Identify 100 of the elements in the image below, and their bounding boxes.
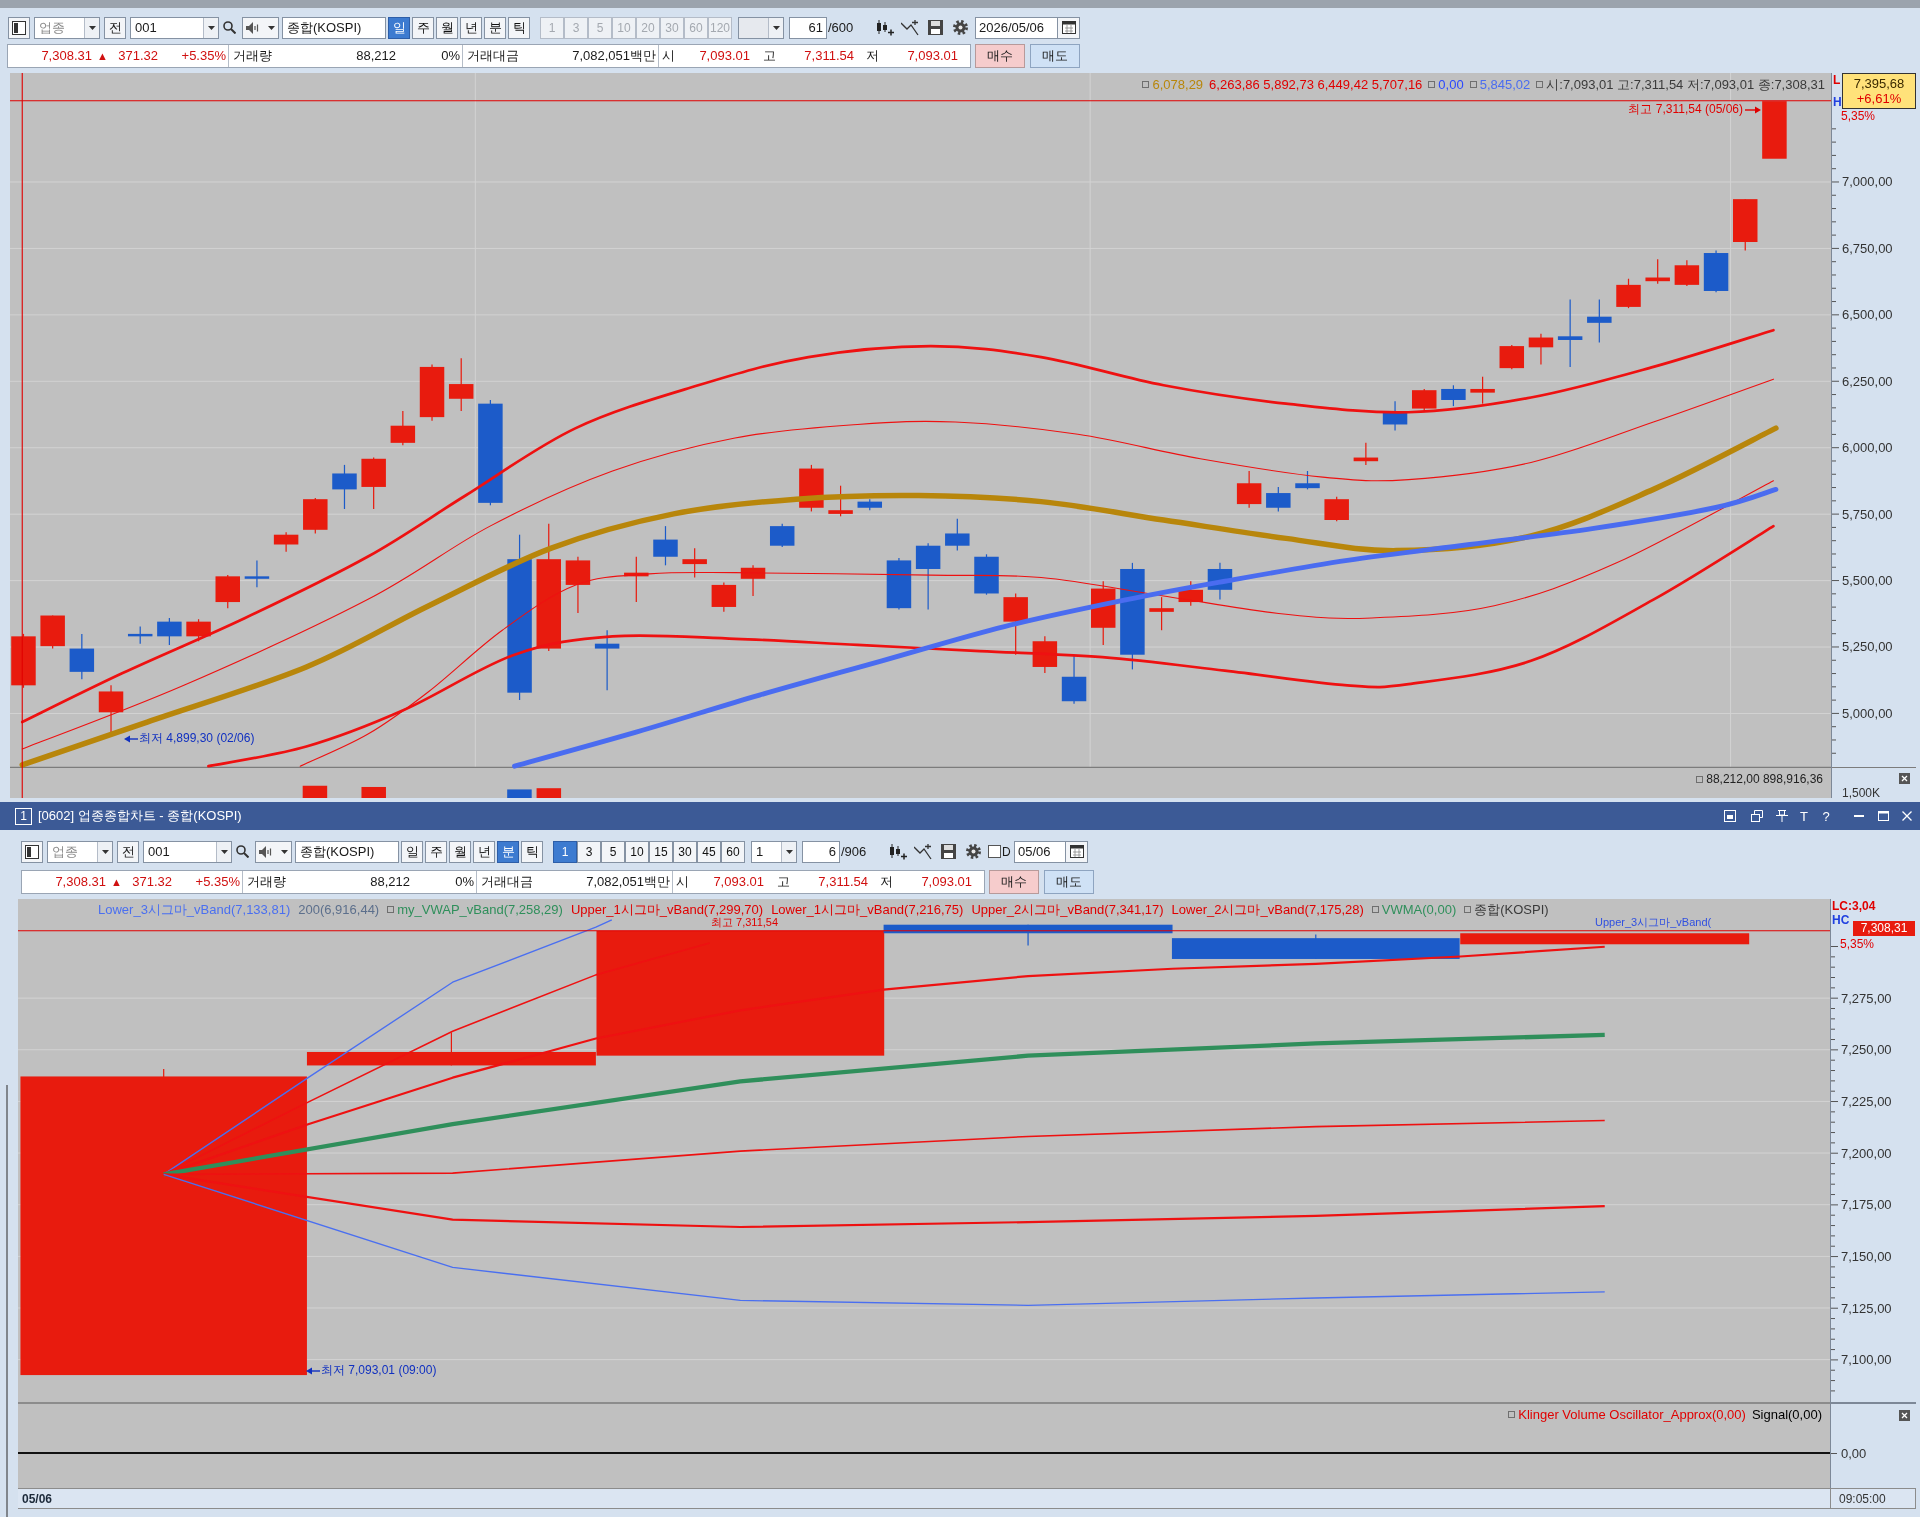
price-box-change: +6,61% [1856,91,1902,106]
caret-icon [785,849,793,854]
settings-icon[interactable] [965,844,981,859]
buy-button[interactable]: 매수 [989,869,1039,894]
sell-button[interactable]: 매도 [1044,869,1094,894]
panel-icon [12,20,26,35]
prev-button[interactable]: 전 [104,16,126,39]
legend-label: 200(6,916,44) [298,902,380,917]
cascade-icon[interactable] [1751,810,1763,822]
buy-button[interactable]: 매수 [975,43,1025,68]
period-tab[interactable]: 주 [412,16,434,39]
calendar-button[interactable] [1058,16,1080,39]
count-total-label: /906 [840,842,868,861]
axis-label: 6,250,00 [1842,373,1893,389]
help-button[interactable]: ? [1822,808,1830,824]
close-icon[interactable] [1899,1410,1910,1421]
code-combo[interactable]: 001 [143,840,232,863]
axis-label: 7,000,00 [1842,174,1893,190]
legend-marker-icon [1696,776,1704,783]
axis-flag-label: LC:3,04 [1832,900,1876,913]
candle-plus-icon[interactable] [889,843,907,860]
date-field[interactable]: 2026/05/06 [975,16,1058,39]
candlestick [945,518,970,552]
candlestick [69,633,95,680]
index-name-field[interactable]: 종합(KOSPI) [295,840,399,863]
sound-button[interactable] [255,840,292,863]
layout-button[interactable] [21,840,43,863]
font-button[interactable]: T [1800,808,1808,824]
count-total-label: /600 [827,18,855,37]
candlestick [682,547,707,579]
candlestick [40,614,65,650]
date-field[interactable]: 05/06 [1014,840,1066,863]
period-tab[interactable]: 틱 [508,16,530,39]
line-tool-icon[interactable] [901,19,919,36]
period-tab[interactable]: 년 [460,16,482,39]
interval-button[interactable]: 10 [625,840,649,863]
period-tab[interactable]: 월 [449,840,471,863]
save-icon[interactable] [927,20,943,35]
interval-button[interactable]: 30 [673,840,697,863]
amount-value: 7,082,051백만 [585,872,671,891]
candlestick [1762,101,1787,159]
count-field[interactable]: 6 [802,840,840,863]
high-price-label: 최고 7,311,54 [711,916,779,928]
period-tab[interactable]: 분 [484,16,506,39]
axis-flag-label: HC [1832,914,1850,927]
pin-icon[interactable] [1776,810,1788,822]
candlestick [390,410,416,446]
market-combo[interactable]: 업종 [34,16,100,39]
close-icon[interactable] [1899,773,1910,784]
axis-label: 6,000,00 [1842,440,1893,456]
high-label: 고 [775,872,791,891]
code-combo[interactable]: 001 [130,16,219,39]
interval-button[interactable]: 1 [553,840,577,863]
calendar-button[interactable] [1066,840,1088,863]
checkbox[interactable] [988,845,1001,858]
period-tab[interactable]: 년 [473,840,495,863]
candlestick [1441,384,1466,407]
candlestick [711,581,737,613]
open-value: 7,093.01 [712,872,764,891]
period-tab[interactable]: 일 [401,840,423,863]
layout-icon[interactable] [1724,810,1736,822]
change-value: 371.32 [131,872,172,891]
candlestick [127,625,153,645]
settings-icon[interactable] [952,20,968,35]
interval-button[interactable]: 15 [649,840,673,863]
interval-button[interactable]: 3 [577,840,601,863]
candlestick [1587,298,1612,344]
period-tab[interactable]: 주 [425,840,447,863]
count-field[interactable]: 61 [789,16,827,39]
sell-button[interactable]: 매도 [1030,43,1080,68]
search-icon[interactable] [222,21,236,34]
prev-button[interactable]: 전 [117,840,139,863]
sound-button[interactable] [242,16,279,39]
close-icon[interactable] [1902,811,1912,821]
candlestick [215,574,240,609]
period-tab[interactable]: 월 [436,16,458,39]
interval-button[interactable]: 45 [697,840,721,863]
period-tab[interactable]: 분 [497,840,519,863]
interval-button[interactable]: 60 [721,840,745,863]
maximize-icon[interactable] [1877,811,1889,821]
line-tool-icon[interactable] [914,843,932,860]
period-tab[interactable]: 틱 [521,840,543,863]
legend-label: my_VWAP_vBand(7,258,29) [397,902,563,917]
price-value: 7,308.31 [54,872,106,891]
caret-icon [281,849,288,854]
candle-plus-icon[interactable] [876,19,894,36]
search-icon[interactable] [235,845,249,858]
market-combo[interactable]: 업종 [47,840,113,863]
interval-combo[interactable]: 1 [751,840,797,863]
period-tab[interactable]: 일 [388,16,410,39]
save-icon[interactable] [940,844,956,859]
legend-label: 0,00 [1438,77,1464,92]
candlestick [1295,470,1320,490]
axis-label: 7,125,00 [1841,1300,1892,1316]
interval-button[interactable]: 5 [601,840,625,863]
layout-button[interactable] [8,16,30,39]
candlestick [1557,298,1583,368]
index-name-field[interactable]: 종합(KOSPI) [282,16,386,39]
time-label: 09:05:00 [1838,1490,1886,1508]
axis-flag-label: H [1833,96,1842,109]
